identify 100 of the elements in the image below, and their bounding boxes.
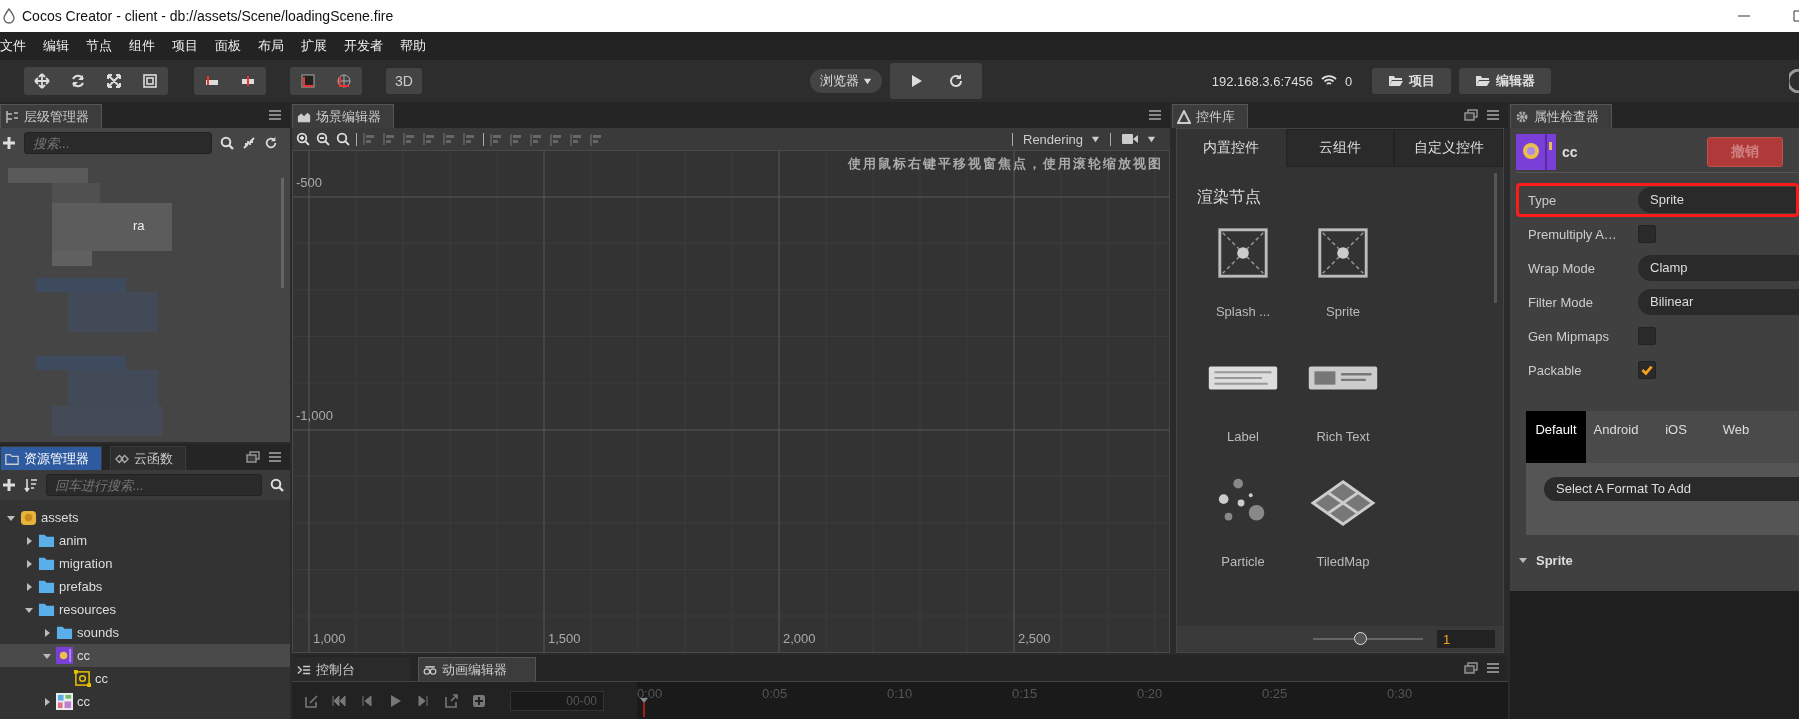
menu-icon[interactable] (1486, 108, 1500, 122)
maximize-icon[interactable] (1793, 9, 1799, 23)
search-field[interactable]: 回车进行搜索... (46, 474, 262, 496)
caret-icon[interactable] (1518, 555, 1528, 565)
format-dropdown[interactable]: Select A Format To Add (1544, 477, 1799, 501)
zoom-in-icon[interactable] (296, 132, 310, 146)
playhead-icon[interactable] (639, 696, 649, 718)
section-title: 渲染节点 (1197, 187, 1262, 207)
platform-tab[interactable]: iOS (1646, 411, 1706, 463)
next-frame-icon[interactable] (416, 693, 430, 708)
library-category-tab[interactable]: 自定义控件 (1394, 129, 1503, 167)
menu-icon[interactable] (268, 450, 282, 464)
3d-mode-button[interactable]: 3D (386, 68, 422, 94)
widget-item[interactable]: Sprite (1293, 224, 1393, 319)
panel-tab[interactable]: 动画编辑器 (418, 657, 536, 681)
menu-icon[interactable] (268, 108, 282, 122)
widget-item[interactable]: Label (1193, 349, 1293, 444)
refresh-icon[interactable] (264, 136, 278, 150)
menu-item[interactable]: 文件 (0, 35, 26, 57)
panel-tab[interactable]: 控制台 (292, 657, 410, 681)
menu-icon[interactable] (1148, 108, 1162, 122)
menu-item[interactable]: 开发者 (344, 35, 383, 57)
restore-icon[interactable] (1464, 661, 1478, 675)
add-event-icon[interactable] (472, 693, 486, 708)
camera-icon (1121, 133, 1139, 145)
hierarchy-tab[interactable]: 层级管理器 (0, 104, 102, 128)
tree-item[interactable]: migration (0, 552, 290, 575)
tree-item[interactable]: sounds (0, 621, 290, 644)
platform-dropdown[interactable]: 浏览器 (809, 69, 882, 93)
scene-editor-tab[interactable]: 场景编辑器 (292, 104, 394, 128)
restore-icon[interactable] (1464, 108, 1478, 122)
tree-item[interactable]: resources (0, 598, 290, 621)
avatar-icon[interactable] (1789, 69, 1799, 93)
zoom-out-icon[interactable] (316, 132, 330, 146)
render-mode-dropdown[interactable]: Rendering (1019, 131, 1104, 147)
menu-item[interactable]: 组件 (129, 35, 155, 57)
sort-icon[interactable] (24, 478, 38, 492)
property-label: Gen Mipmaps (1528, 328, 1610, 344)
menu-item[interactable]: 节点 (86, 35, 112, 57)
restore-icon[interactable] (246, 450, 260, 464)
menu-item[interactable]: 编辑 (43, 35, 69, 57)
edit-icon[interactable] (304, 693, 318, 708)
tree-item[interactable]: prefabs (0, 575, 290, 598)
widget-item[interactable]: TiledMap (1293, 474, 1393, 569)
tree-item[interactable]: assets (0, 506, 290, 529)
zoom-input[interactable]: 1 (1437, 630, 1495, 648)
zoom-slider[interactable] (1313, 632, 1423, 646)
folder-icon (5, 451, 19, 466)
folder-icon (56, 624, 73, 641)
property-dropdown[interactable]: Bilinear (1638, 289, 1799, 315)
folder-icon (38, 555, 55, 572)
section-header[interactable]: Sprite (1536, 552, 1573, 568)
checkbox[interactable] (1638, 327, 1656, 345)
tree-item[interactable]: cc (0, 667, 290, 690)
checkbox[interactable] (1638, 361, 1656, 379)
search-icon[interactable] (220, 136, 234, 150)
window-title: Cocos Creator - client - db://assets/Scene/loadingScene.fire (22, 8, 395, 24)
property-dropdown[interactable]: Clamp (1638, 255, 1799, 281)
open-folder-button[interactable]: 编辑器 (1459, 68, 1552, 94)
menu-icon[interactable] (1486, 661, 1500, 675)
tree-item[interactable]: anim (0, 529, 290, 552)
tree-item[interactable]: cc (0, 644, 290, 667)
caret-icon (1147, 134, 1156, 144)
collapse-icon[interactable] (242, 136, 256, 150)
previous-frame-icon[interactable] (360, 693, 374, 708)
inspector-tab[interactable]: 属性检查器 (1510, 104, 1612, 128)
node-name[interactable]: ra (133, 218, 145, 233)
panel-tab[interactable]: 云函数 (110, 446, 186, 470)
add-icon[interactable] (2, 136, 16, 150)
play-icon[interactable] (388, 693, 402, 708)
zoom-reset-icon[interactable] (336, 132, 350, 146)
widget-item[interactable]: Splash ... (1193, 224, 1293, 319)
widget-item[interactable]: Rich Text (1293, 349, 1393, 444)
library-category-tab[interactable]: 云组件 (1285, 129, 1395, 167)
property-label: Packable (1528, 362, 1583, 378)
caret-icon[interactable] (24, 558, 34, 569)
tree-item[interactable]: cc (0, 690, 290, 713)
platform-tab[interactable]: Android (1586, 411, 1646, 463)
checkbox[interactable] (1638, 225, 1656, 243)
widget-item[interactable]: Particle (1193, 474, 1293, 569)
menu-item[interactable]: 布局 (258, 35, 284, 57)
caret-icon[interactable] (42, 696, 52, 707)
property-dropdown[interactable]: Sprite (1638, 187, 1799, 213)
export-icon[interactable] (444, 693, 458, 708)
panel-tab[interactable]: 资源管理器 (0, 446, 102, 470)
menu-item[interactable]: 面板 (215, 35, 241, 57)
first-frame-icon[interactable] (332, 693, 346, 708)
search-icon[interactable] (270, 478, 284, 492)
menu-item[interactable]: 项目 (172, 35, 198, 57)
platform-tab[interactable]: Web (1706, 411, 1766, 463)
search-field[interactable]: 搜索... (24, 132, 212, 154)
caret-icon[interactable] (24, 535, 34, 546)
add-icon[interactable] (2, 478, 16, 492)
caret-icon[interactable] (24, 581, 34, 592)
menu-item[interactable]: 帮助 (400, 35, 426, 57)
library-tab[interactable]: 控件库 (1172, 104, 1248, 128)
open-folder-button[interactable]: 项目 (1372, 68, 1452, 94)
menu-item[interactable]: 扩展 (301, 35, 327, 57)
caret-icon[interactable] (42, 627, 52, 638)
platform-tab[interactable]: Default (1526, 411, 1586, 463)
